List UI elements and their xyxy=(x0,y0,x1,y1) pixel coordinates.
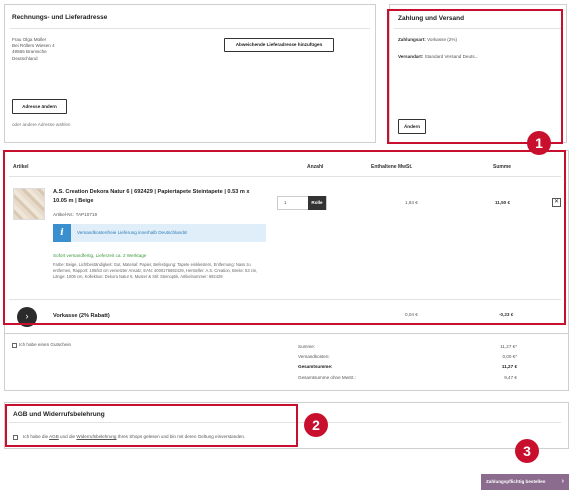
chevron-right-icon: › xyxy=(561,478,564,485)
address-line: Deutschland xyxy=(12,55,38,61)
address-panel: Rechnungs- und Lieferadresse Frau Olga M… xyxy=(4,4,376,143)
voucher-label[interactable]: Ich habe einen Gutschein xyxy=(19,342,71,348)
highlight-frame-cart xyxy=(3,150,566,325)
voucher-checkbox[interactable] xyxy=(12,343,17,348)
other-address-link[interactable]: oder andere Adresse wählen xyxy=(12,122,70,128)
add-delivery-address-button[interactable]: Abweichende Lieferadresse hinzufügen xyxy=(224,38,334,52)
summary-label: Summe: xyxy=(298,344,316,349)
summary-total-label: Gesamtsumme: xyxy=(298,364,333,369)
summary-label: Gesamtsumme ohne MwSt.: xyxy=(298,375,356,380)
annotation-badge-3: 3 xyxy=(515,439,539,463)
summary-value: 9,47 € xyxy=(504,375,517,380)
summary-value: 11,27 €* xyxy=(500,344,517,349)
highlight-frame-terms xyxy=(5,404,298,447)
address-lines: Frau Olga Müller Bei Röllers Wiesen 4 49… xyxy=(12,37,55,62)
place-order-button[interactable]: Zahlungspflichtig bestellen › xyxy=(481,474,569,490)
summary-label: Versandkosten: xyxy=(298,354,330,359)
place-order-label: Zahlungspflichtig bestellen xyxy=(486,479,546,484)
annotation-badge-1: 1 xyxy=(527,131,551,155)
summary-panel: Ich habe einen Gutschein Summe: 11,27 €*… xyxy=(4,333,569,391)
address-title: Rechnungs- und Lieferadresse xyxy=(12,14,108,21)
divider xyxy=(10,28,370,29)
annotation-badge-2: 2 xyxy=(304,413,328,437)
change-address-button[interactable]: Adresse ändern xyxy=(12,99,67,114)
summary-total-value: 11,27 € xyxy=(501,364,517,369)
summary-value: 0,00 €* xyxy=(502,354,517,359)
highlight-frame-payment xyxy=(387,9,563,144)
